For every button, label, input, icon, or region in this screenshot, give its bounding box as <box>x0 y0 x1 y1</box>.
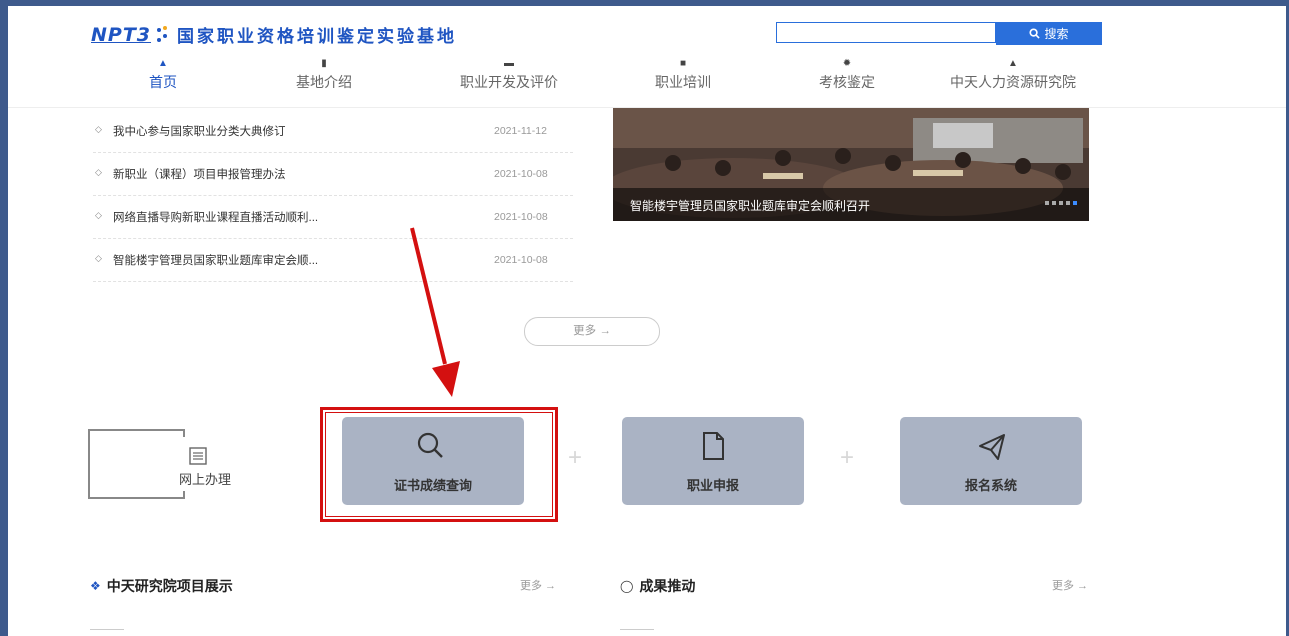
nav-label: 中天人力资源研究院 <box>950 74 1076 90</box>
news-item[interactable]: ◇ 我中心参与国家职业分类大典修订 2021-11-12 <box>93 110 573 153</box>
institute-icon: ▲ <box>1008 58 1018 69</box>
leaf-icon: ◯ <box>620 579 634 593</box>
highlight-box-inner <box>325 412 553 517</box>
bracket-bottom <box>88 497 185 499</box>
carousel-dot[interactable] <box>1045 201 1049 205</box>
bracket-top <box>88 429 185 431</box>
bullet-icon: ◇ <box>95 253 102 263</box>
carousel-dot[interactable] <box>1059 201 1063 205</box>
nav-label: 首页 <box>149 74 177 90</box>
banner-caption-bar: 智能楼宇管理员国家职业题库审定会顺利召开 <box>613 188 1089 221</box>
carousel-dot[interactable] <box>1052 201 1056 205</box>
open-book-icon: ■ <box>679 58 687 69</box>
search-bar: 搜索 <box>776 22 1102 45</box>
news-date: 2021-10-08 <box>494 211 548 223</box>
more-news-button[interactable]: 更多 → <box>524 317 660 346</box>
news-title[interactable]: 智能楼宇管理员国家职业题库审定会顺... <box>113 252 318 268</box>
nav-label: 职业开发及评价 <box>460 74 558 90</box>
news-banner[interactable]: 智能楼宇管理员国家职业题库审定会顺利召开 <box>613 108 1089 221</box>
service-label: 职业申报 <box>686 478 739 493</box>
nav-item-institute[interactable]: ▲ 中天人力资源研究院 <box>928 56 1098 92</box>
plus-icon: + <box>840 444 855 471</box>
nav-label: 基地介绍 <box>296 74 352 90</box>
news-date: 2021-10-08 <box>494 168 548 180</box>
banner-caption: 智能楼宇管理员国家职业题库审定会顺利召开 <box>630 199 871 213</box>
search-button-label: 搜索 <box>1044 27 1069 41</box>
book-icon: ▮ <box>321 58 327 69</box>
online-service: 网上办理 <box>88 429 231 499</box>
news-date: 2021-11-12 <box>494 125 547 137</box>
gear-icon: ✹ <box>842 58 852 69</box>
online-service-label: 网上办理 <box>178 472 231 487</box>
news-item[interactable]: ◇ 智能楼宇管理员国家职业题库审定会顺... 2021-10-08 <box>93 239 573 282</box>
logo-dots-icon <box>155 25 169 44</box>
bracket-bottom-tick <box>183 491 185 499</box>
bracket-top-tick <box>183 429 185 437</box>
nav-item-development[interactable]: ▬ 职业开发及评价 <box>434 56 584 92</box>
section-title: 中天研究院项目展示 <box>106 578 233 594</box>
section-projects-title: ❖ 中天研究院项目展示 <box>90 576 233 596</box>
news-list: ◇ 我中心参与国家职业分类大典修订 2021-11-12 ◇ 新职业（课程）项目… <box>93 110 573 282</box>
nav-item-about[interactable]: ▮ 基地介绍 <box>249 56 399 92</box>
section-title: 成果推动 <box>639 578 696 594</box>
bullet-icon: ◇ <box>95 124 102 134</box>
news-title[interactable]: 我中心参与国家职业分类大典修订 <box>113 123 286 139</box>
logo-mark: NPT3 <box>91 23 152 46</box>
registration-system-button[interactable]: 报名系统 <box>900 417 1082 505</box>
nav-item-training[interactable]: ■ 职业培训 <box>608 56 758 92</box>
section-underline <box>90 629 124 630</box>
paper-plane-icon <box>979 434 1005 460</box>
carousel-dot-active[interactable] <box>1073 201 1077 205</box>
document-icon <box>703 432 724 460</box>
plus-icon: + <box>568 444 583 471</box>
occupation-apply-button[interactable]: 职业申报 <box>622 417 804 505</box>
section-underline <box>620 629 654 630</box>
main-nav: ▲ 首页 ▮ 基地介绍 ▬ 职业开发及评价 ■ 职业培训 ✹ 考核鉴定 ▲ 中天… <box>78 56 1158 108</box>
nav-label: 职业培训 <box>655 74 711 90</box>
section-achievements-more[interactable]: 更多 → <box>1052 577 1088 593</box>
site-title: 国家职业资格培训鉴定实验基地 <box>177 27 458 46</box>
nav-label: 考核鉴定 <box>819 74 875 90</box>
bracket-left <box>88 429 90 499</box>
chevrons-icon: ❖ <box>90 579 101 593</box>
site-logo[interactable]: NPT3 国家职业资格培训鉴定实验基地 <box>91 22 457 47</box>
news-item[interactable]: ◇ 新职业（课程）项目申报管理办法 2021-10-08 <box>93 153 573 196</box>
search-input[interactable] <box>776 22 996 43</box>
news-date: 2021-10-08 <box>494 254 548 266</box>
page: NPT3 国家职业资格培训鉴定实验基地 搜索 ▲ 首页 ▮ 基地介绍 ▬ 职业开… <box>8 6 1286 636</box>
carousel-indicators <box>1045 201 1077 205</box>
carousel-dot[interactable] <box>1066 201 1070 205</box>
nav-item-assessment[interactable]: ✹ 考核鉴定 <box>772 56 922 92</box>
briefcase-icon: ▬ <box>504 58 514 69</box>
news-title[interactable]: 网络直播导购新职业课程直播活动顺利... <box>113 209 318 225</box>
nav-item-home[interactable]: ▲ 首页 <box>88 56 238 92</box>
section-projects-more[interactable]: 更多 → <box>520 577 556 593</box>
screenshot-frame: NPT3 国家职业资格培训鉴定实验基地 搜索 ▲ 首页 ▮ 基地介绍 ▬ 职业开… <box>0 0 1289 636</box>
search-button[interactable]: 搜索 <box>996 22 1102 45</box>
section-achievements-title: ◯ 成果推动 <box>620 576 695 596</box>
news-item[interactable]: ◇ 网络直播导购新职业课程直播活动顺利... 2021-10-08 <box>93 196 573 239</box>
news-title[interactable]: 新职业（课程）项目申报管理办法 <box>113 166 286 182</box>
home-icon: ▲ <box>158 58 168 69</box>
service-label: 报名系统 <box>964 478 1017 493</box>
bullet-icon: ◇ <box>95 167 102 177</box>
bullet-icon: ◇ <box>95 210 102 220</box>
search-icon <box>1029 28 1041 39</box>
